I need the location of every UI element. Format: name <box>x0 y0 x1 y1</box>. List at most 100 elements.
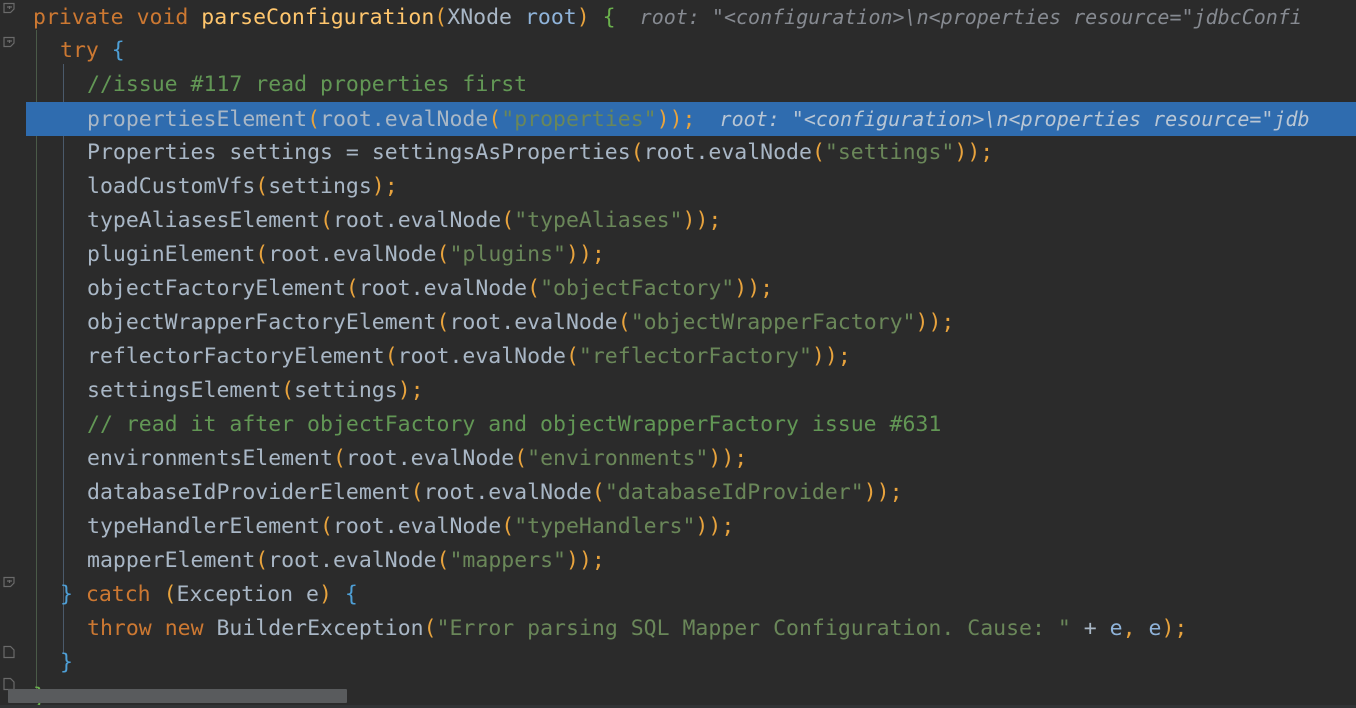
code-line[interactable]: } catch (Exception e) { <box>0 578 1356 612</box>
code-token: "properties" <box>501 107 657 132</box>
code-token: propertiesElement <box>87 107 308 132</box>
code-fold-end-icon[interactable] <box>2 644 17 659</box>
code-token: "typeAliases" <box>514 208 683 233</box>
code-token: ( <box>281 378 295 403</box>
code-line-current[interactable]: propertiesElement(root.evalNode("propert… <box>0 102 1356 136</box>
code-token: ; <box>721 514 735 539</box>
code-token: . <box>695 140 709 165</box>
code-token: Exception <box>176 582 294 607</box>
code-token: ) <box>811 344 825 369</box>
code-token: throw <box>87 616 152 641</box>
code-token: ) <box>928 310 942 335</box>
code-token: evalNode <box>462 344 566 369</box>
code-line-text: objectWrapperFactoryElement(root.evalNod… <box>0 306 954 340</box>
code-line[interactable]: loadCustomVfs(settings); <box>0 170 1356 204</box>
code-token: ( <box>320 208 333 233</box>
code-token: settingsElement <box>87 378 282 403</box>
horizontal-scrollbar-thumb[interactable] <box>8 689 347 703</box>
code-token: } <box>60 582 73 607</box>
code-token: private <box>33 5 124 30</box>
code-editor[interactable]: private void parseConfiguration(XNode ro… <box>0 0 1356 708</box>
code-token: ( <box>436 548 450 573</box>
code-line-text: //issue #117 read properties first <box>0 68 527 102</box>
inline-debug-hint[interactable]: root: "<configuration>\n<properties reso… <box>695 107 1310 131</box>
code-token: typeHandlerElement <box>87 514 320 539</box>
code-fold-collapse-icon[interactable] <box>2 36 17 51</box>
code-line[interactable]: try { <box>0 34 1356 68</box>
code-token: ) <box>863 480 877 505</box>
code-token: ( <box>320 514 333 539</box>
code-line[interactable]: private void parseConfiguration(XNode ro… <box>0 0 1356 34</box>
code-token: ( <box>423 616 437 641</box>
code-line[interactable]: pluginElement(root.evalNode("plugins")); <box>0 238 1356 272</box>
code-token: root <box>423 480 476 505</box>
code-token: root <box>268 242 321 267</box>
code-fold-collapse-icon[interactable] <box>2 576 17 591</box>
code-line[interactable]: typeAliasesElement(root.evalNode("typeAl… <box>0 204 1356 238</box>
code-token: ; <box>760 276 774 301</box>
code-token: root <box>643 140 696 165</box>
code-line[interactable]: mapperElement(root.evalNode("mappers")); <box>0 544 1356 578</box>
code-token: XNode <box>447 5 512 30</box>
code-token: new <box>164 616 204 641</box>
code-token: ( <box>384 344 398 369</box>
code-line[interactable]: settingsElement(settings); <box>0 374 1356 408</box>
code-line-text: throw new BuilderException("Error parsin… <box>0 612 1187 646</box>
code-token: "objectFactory" <box>540 276 735 301</box>
code-line[interactable]: databaseIdProviderElement(root.evalNode(… <box>0 476 1356 510</box>
code-token: try <box>60 38 99 63</box>
code-token: ; <box>734 446 748 471</box>
horizontal-scrollbar[interactable] <box>0 688 1356 704</box>
code-line[interactable]: } <box>0 646 1356 680</box>
code-token: . <box>320 242 333 267</box>
code-token: Properties <box>87 140 217 165</box>
code-token: "Error parsing SQL Mapper Configuration.… <box>436 616 1071 641</box>
code-line[interactable]: objectWrapperFactoryElement(root.evalNod… <box>0 306 1356 340</box>
code-token: catch <box>85 582 151 607</box>
code-token: evalNode <box>332 242 437 267</box>
code-token: evalNode <box>332 548 437 573</box>
code-lines-container[interactable]: private void parseConfiguration(XNode ro… <box>0 0 1356 708</box>
code-token: ( <box>488 107 502 132</box>
code-token: ( <box>514 446 528 471</box>
code-line[interactable]: objectFactoryElement(root.evalNode("obje… <box>0 272 1356 306</box>
code-token: objectWrapperFactoryElement <box>87 310 437 335</box>
code-token: ) <box>397 378 411 403</box>
code-token: typeAliasesElement <box>87 208 320 233</box>
code-token: = <box>332 140 372 165</box>
code-token: ) <box>747 276 761 301</box>
code-token: ) <box>1161 616 1175 641</box>
code-line[interactable]: reflectorFactoryElement(root.evalNode("r… <box>0 340 1356 374</box>
code-fold-collapse-icon[interactable] <box>2 2 17 17</box>
code-token: . <box>397 446 411 471</box>
code-line-text: databaseIdProviderElement(root.evalNode(… <box>0 476 903 510</box>
code-token: settingsAsProperties <box>371 140 631 165</box>
code-token: root <box>320 107 372 132</box>
code-line[interactable]: throw new BuilderException("Error parsin… <box>0 612 1356 646</box>
code-line[interactable]: // read it after objectFactory and objec… <box>0 408 1356 442</box>
code-token: root <box>345 446 398 471</box>
code-token: ) <box>318 582 332 607</box>
code-token: ; <box>889 480 903 505</box>
code-line[interactable]: typeHandlerElement(root.evalNode("typeHa… <box>0 510 1356 544</box>
code-token: root <box>332 208 385 233</box>
inline-debug-hint[interactable]: root: "<configuration>\n<properties reso… <box>616 5 1302 29</box>
code-token: ; <box>980 140 994 165</box>
code-token: ( <box>436 310 450 335</box>
code-token: root <box>524 5 577 30</box>
code-line[interactable]: Properties settings = settingsAsProperti… <box>0 136 1356 170</box>
code-token: ) <box>695 208 709 233</box>
code-token: root <box>397 344 450 369</box>
code-token: ( <box>410 480 424 505</box>
code-line-text: propertiesElement(root.evalNode("propert… <box>0 102 1310 137</box>
code-line[interactable]: environmentsElement(root.evalNode("envir… <box>0 442 1356 476</box>
code-line[interactable]: //issue #117 read properties first <box>0 68 1356 102</box>
code-token: ; <box>410 378 424 403</box>
